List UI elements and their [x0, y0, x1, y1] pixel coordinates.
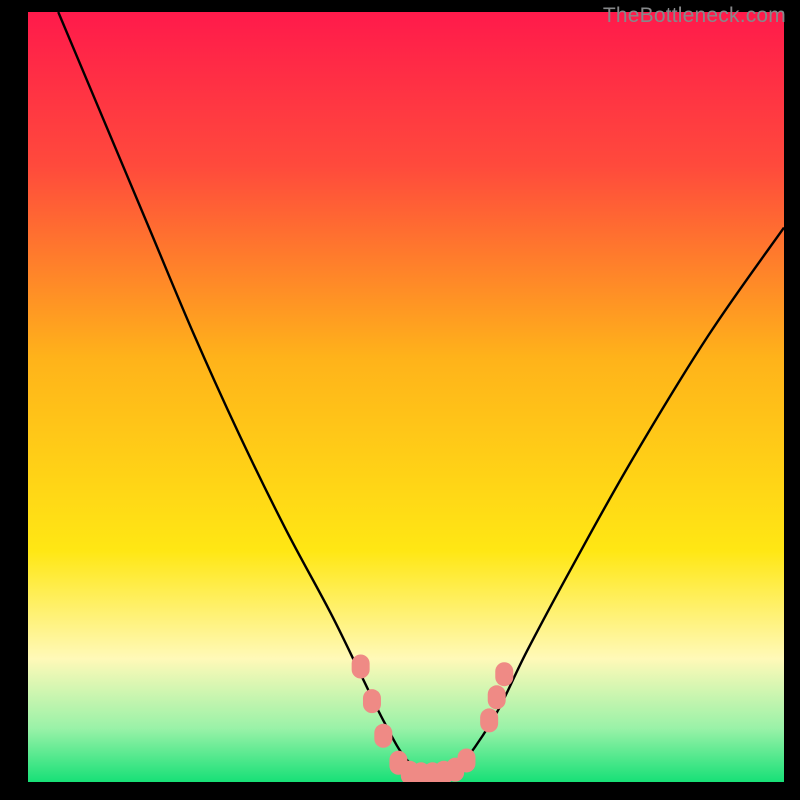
curve-marker	[457, 748, 475, 772]
curve-marker	[374, 724, 392, 748]
curve-marker	[495, 662, 513, 686]
bottleneck-chart	[28, 12, 784, 782]
curve-marker	[480, 708, 498, 732]
curve-marker	[488, 685, 506, 709]
curve-marker	[363, 689, 381, 713]
watermark-text: TheBottleneck.com	[603, 4, 786, 28]
curve-marker	[352, 655, 370, 679]
